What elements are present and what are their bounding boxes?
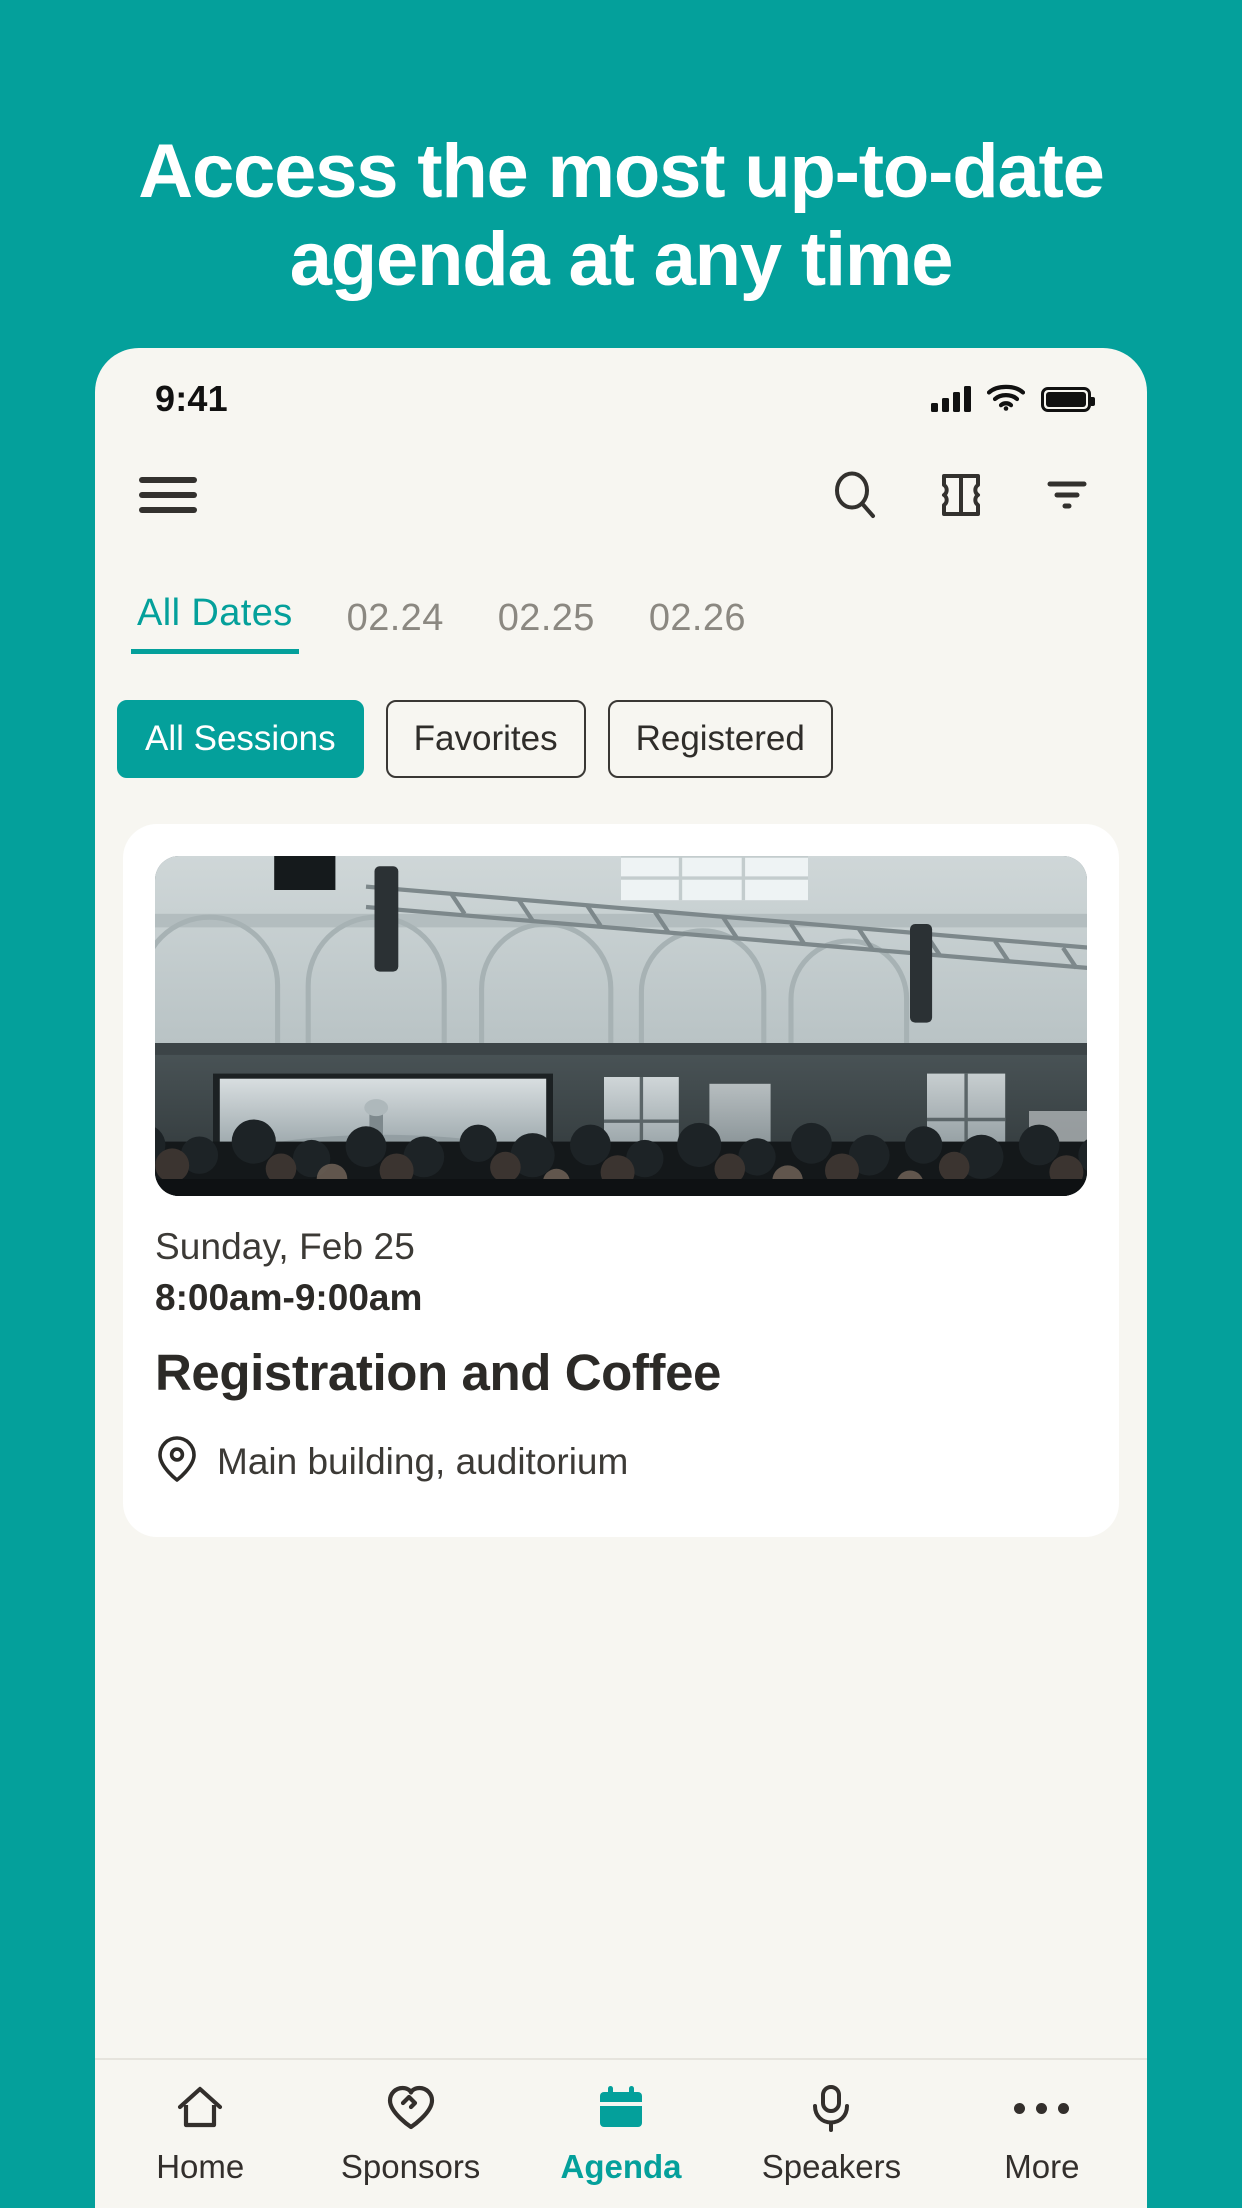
- session-date: Sunday, Feb 25: [155, 1226, 415, 1267]
- search-icon[interactable]: [827, 467, 883, 523]
- nav-item-speakers[interactable]: Speakers: [726, 2082, 936, 2186]
- status-bar-icons: [931, 383, 1095, 416]
- nav-label-more: More: [1004, 2148, 1080, 2185]
- date-tabs: All Dates 02.24 02.25 02.26: [95, 550, 1147, 654]
- bottom-navigation: Home Sponsors Agenda Speakers More: [95, 2058, 1147, 2208]
- nav-label-sponsors: Sponsors: [340, 2148, 481, 2185]
- session-filter-chips: All Sessions Favorites Registered: [95, 654, 1147, 778]
- chip-favorites[interactable]: Favorites: [385, 700, 586, 778]
- hamburger-menu-icon[interactable]: [139, 468, 197, 522]
- ticket-icon[interactable]: [933, 467, 989, 523]
- hero-headline: Access the most up-to-date agenda at any…: [138, 129, 1105, 303]
- date-tab-0226[interactable]: 02.26: [643, 597, 752, 654]
- nav-label-home: Home: [156, 2148, 245, 2185]
- session-list: Sunday, Feb 25 8:00am-9:00am Registratio…: [95, 778, 1147, 2058]
- home-icon: [174, 2082, 226, 2134]
- chip-registered[interactable]: Registered: [607, 700, 833, 778]
- cellular-signal-icon: [931, 386, 971, 412]
- calendar-icon: [595, 2082, 647, 2134]
- nav-item-more[interactable]: More: [937, 2082, 1147, 2186]
- wifi-icon: [986, 383, 1026, 416]
- map-pin-icon: [155, 1434, 199, 1489]
- nav-label-speakers: Speakers: [761, 2148, 902, 2185]
- status-bar: 9:41: [95, 348, 1147, 440]
- microphone-icon: [807, 2082, 855, 2134]
- session-time: 8:00am-9:00am: [155, 1277, 423, 1318]
- filter-icon[interactable]: [1039, 467, 1095, 523]
- session-card[interactable]: Sunday, Feb 25 8:00am-9:00am Registratio…: [123, 824, 1119, 1537]
- more-dots-icon: [1014, 2082, 1070, 2134]
- nav-item-agenda[interactable]: Agenda: [516, 2082, 726, 2186]
- nav-label-agenda: Agenda: [560, 2148, 682, 2185]
- session-location: Main building, auditorium: [217, 1440, 629, 1482]
- session-image: [155, 856, 1087, 1196]
- heart-handshake-icon: [384, 2082, 438, 2134]
- session-title: Registration and Coffee: [155, 1344, 722, 1401]
- date-tab-0224[interactable]: 02.24: [341, 597, 450, 654]
- date-tab-0225[interactable]: 02.25: [492, 597, 601, 654]
- phone-mockup: 9:41 All Dates 02.24 02.25 02.26 All Ses…: [95, 348, 1147, 2208]
- app-header: [95, 440, 1147, 550]
- session-location-row: Main building, auditorium: [155, 1434, 1087, 1489]
- nav-item-home[interactable]: Home: [95, 2082, 305, 2186]
- battery-full-icon: [1041, 386, 1095, 412]
- nav-item-sponsors[interactable]: Sponsors: [305, 2082, 515, 2186]
- chip-all-sessions[interactable]: All Sessions: [117, 700, 364, 778]
- app-header-actions: [827, 467, 1095, 523]
- date-tab-all-dates[interactable]: All Dates: [131, 592, 299, 654]
- status-bar-time: 9:41: [155, 378, 228, 419]
